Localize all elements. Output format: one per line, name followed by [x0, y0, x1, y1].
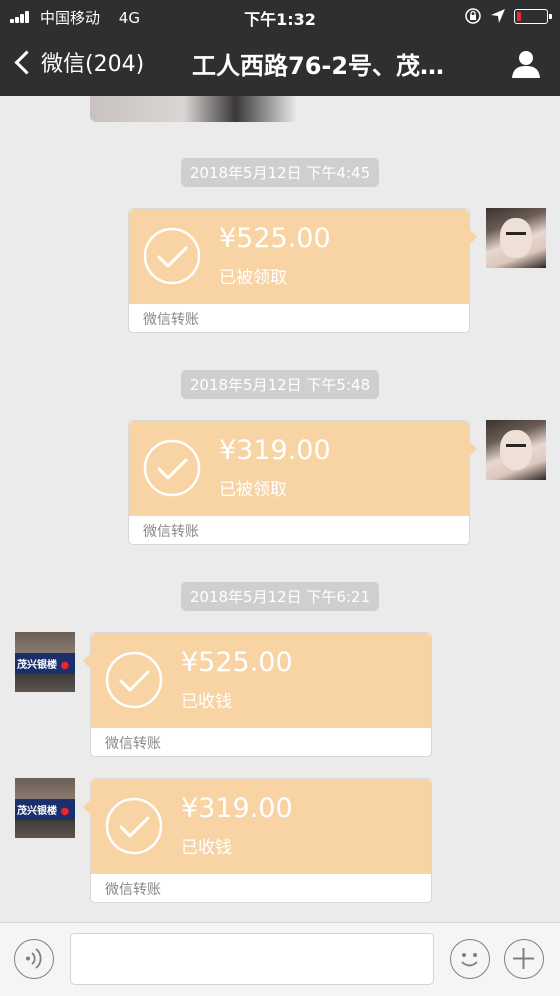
back-label: 微信(204) — [41, 52, 145, 77]
message-input[interactable] — [70, 933, 434, 985]
transfer-label: 微信转账 — [143, 524, 199, 540]
avatar-sign-label: 茂兴银楼 — [17, 806, 57, 817]
avatar[interactable] — [486, 420, 546, 480]
battery-icon — [514, 8, 552, 24]
emoji-button[interactable] — [450, 939, 490, 979]
person-icon[interactable] — [510, 48, 542, 80]
more-button[interactable] — [504, 939, 544, 979]
transfer-bubble[interactable]: ¥525.00 已被领取 微信转账 — [128, 208, 477, 333]
plus-icon — [513, 948, 534, 969]
previous-image-message[interactable] — [90, 96, 298, 122]
transfer-status: 已收钱 — [181, 838, 232, 858]
lock-rotation-icon — [465, 8, 481, 24]
transfer-amount: ¥525.00 — [219, 223, 331, 254]
location-arrow-icon — [491, 9, 505, 23]
timestamp-label: 2018年5月12日 下午6:21 — [180, 582, 380, 611]
timestamp: 2018年5月12日 下午4:45 — [0, 158, 560, 187]
avatar-sign-text: 茂兴银楼 ● — [17, 806, 70, 817]
top-bar: 中国移动 4G 下午1:32 微信(204) 工人西路76-2号、茂… — [0, 0, 560, 96]
emoji-icon — [461, 953, 478, 967]
transfer-amount: ¥319.00 — [219, 435, 331, 466]
transfer-status: 已被领取 — [219, 268, 287, 288]
transfer-status: 已被领取 — [219, 480, 287, 500]
transfer-label: 微信转账 — [143, 312, 199, 328]
avatar[interactable]: 茂兴银楼 ● — [15, 632, 75, 692]
avatar-sign-text: 茂兴银楼 ● — [17, 660, 70, 671]
timestamp-label: 2018年5月12日 下午5:48 — [180, 370, 380, 399]
transfer-bubble[interactable]: ¥525.00 已收钱 微信转账 — [83, 632, 432, 757]
nav-bar: 微信(204) 工人西路76-2号、茂… — [0, 32, 560, 96]
chevron-left-icon — [14, 49, 39, 75]
avatar[interactable]: 茂兴银楼 ● — [15, 778, 75, 838]
check-circle-icon — [143, 227, 201, 285]
transfer-label: 微信转账 — [105, 882, 161, 898]
transfer-status: 已收钱 — [181, 692, 232, 712]
avatar[interactable] — [486, 208, 546, 268]
chat-area[interactable]: 2018年5月12日 下午4:45 ¥525.00 已被领取 微信转账 2018… — [0, 96, 560, 922]
back-button[interactable]: 微信(204) — [14, 46, 144, 78]
transfer-amount: ¥319.00 — [181, 793, 293, 824]
transfer-bubble[interactable]: ¥319.00 已被领取 微信转账 — [128, 420, 477, 545]
timestamp-label: 2018年5月12日 下午4:45 — [180, 158, 380, 187]
transfer-label: 微信转账 — [105, 736, 161, 752]
status-bar: 中国移动 4G 下午1:32 — [0, 0, 560, 32]
status-icons — [464, 7, 552, 25]
voice-icon — [26, 948, 42, 969]
chat-title: 工人西路76-2号、茂… — [192, 52, 445, 80]
check-circle-icon — [143, 439, 201, 497]
battery-level — [517, 11, 521, 21]
input-bar — [0, 922, 560, 996]
timestamp: 2018年5月12日 下午6:21 — [0, 582, 560, 611]
check-circle-icon — [105, 797, 163, 855]
voice-button[interactable] — [14, 939, 54, 979]
timestamp: 2018年5月12日 下午5:48 — [0, 370, 560, 399]
avatar-sign-label: 茂兴银楼 — [17, 660, 57, 671]
transfer-amount: ¥525.00 — [181, 647, 293, 678]
check-circle-icon — [105, 651, 163, 709]
transfer-bubble[interactable]: ¥319.00 已收钱 微信转账 — [83, 778, 432, 903]
